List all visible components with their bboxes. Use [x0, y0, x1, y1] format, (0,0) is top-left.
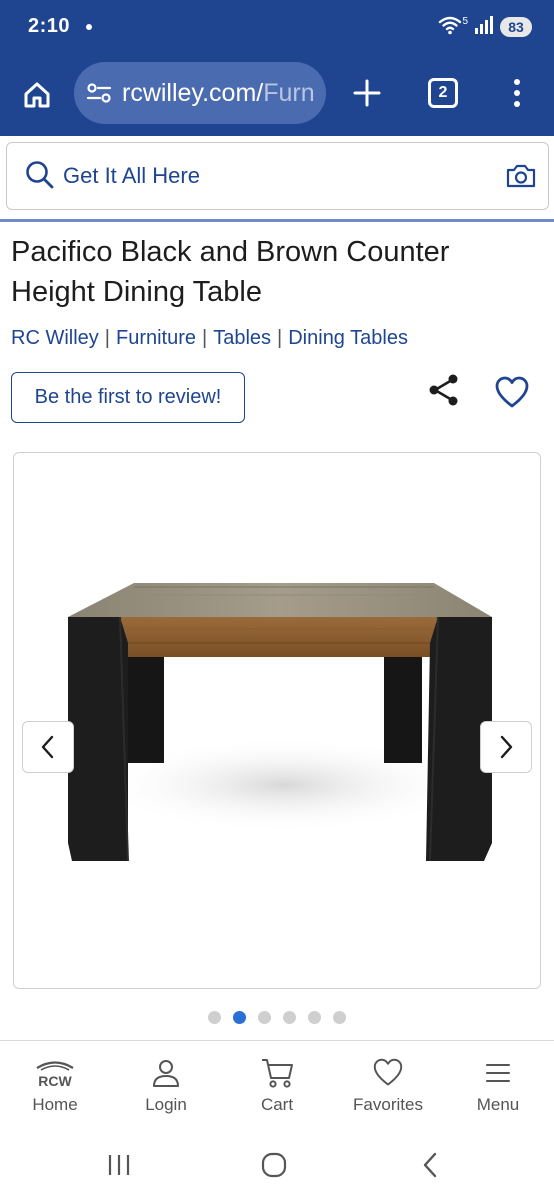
status-time: 2:10	[28, 15, 71, 37]
breadcrumb-separator: |	[202, 327, 208, 349]
nav-home-label: Home	[32, 1095, 78, 1114]
search-bar[interactable]	[6, 142, 549, 210]
carousel-dot[interactable]	[308, 1011, 321, 1024]
plus-icon	[353, 79, 381, 107]
cart-icon	[262, 1059, 293, 1088]
system-home-button[interactable]	[254, 1148, 294, 1182]
heart-icon	[373, 1058, 403, 1086]
breadcrumb-separator: |	[277, 327, 283, 349]
bottom-navigation: RCW Home Login Cart Favorites Menu	[0, 1040, 554, 1130]
url-text: rcwilley.com/Furn	[122, 78, 315, 107]
url-bar[interactable]: rcwilley.com/Furn	[74, 62, 326, 124]
chevron-left-icon	[41, 735, 54, 759]
carousel-dot[interactable]	[258, 1011, 271, 1024]
product-title: Pacifico Black and Brown Counter Height …	[11, 236, 450, 308]
breadcrumb-item-dining-tables[interactable]: Dining Tables	[288, 327, 408, 349]
nav-cart[interactable]: Cart	[227, 1057, 327, 1115]
breadcrumb-item-tables[interactable]: Tables	[213, 327, 271, 349]
next-image-button[interactable]	[480, 721, 532, 773]
chevron-right-icon	[500, 735, 513, 759]
search-input[interactable]	[63, 159, 483, 193]
notification-dot-icon	[86, 24, 92, 30]
more-dot	[514, 79, 520, 85]
carousel-dot[interactable]	[333, 1011, 346, 1024]
product-image-carousel[interactable]	[13, 452, 541, 989]
system-home-icon	[261, 1152, 287, 1178]
rcw-logo-icon: RCW	[36, 1061, 74, 1089]
rcw-logo-text: RCW	[38, 1073, 72, 1089]
divider	[0, 219, 554, 222]
camera-icon[interactable]	[505, 163, 537, 189]
browser-toolbar: rcwilley.com/Furn 2	[0, 54, 554, 136]
product-image	[68, 583, 492, 862]
carousel-dot[interactable]	[208, 1011, 221, 1024]
breadcrumb: RC Willey | Furniture | Tables | Dining Tables	[11, 327, 408, 350]
recent-apps-button[interactable]	[99, 1148, 139, 1182]
battery-indicator: 83	[500, 17, 532, 37]
breadcrumb-separator: |	[104, 327, 110, 349]
nav-menu[interactable]: Menu	[448, 1057, 548, 1115]
carousel-pagination	[208, 1011, 346, 1024]
more-options-button[interactable]	[502, 74, 532, 112]
nav-favorites-label: Favorites	[353, 1095, 423, 1114]
more-dot	[514, 90, 520, 96]
search-icon[interactable]	[25, 160, 55, 190]
system-navigation-bar	[0, 1130, 554, 1200]
share-icon[interactable]	[426, 372, 462, 408]
status-icons: 5 83	[438, 14, 532, 40]
carousel-dot[interactable]	[283, 1011, 296, 1024]
browser-home-button[interactable]	[18, 76, 56, 114]
nav-home[interactable]: RCW Home	[5, 1057, 105, 1115]
signal-icon	[474, 15, 494, 40]
back-icon	[423, 1152, 437, 1178]
nav-cart-label: Cart	[260, 1095, 294, 1114]
previous-image-button[interactable]	[22, 721, 74, 773]
breadcrumb-item-rc-willey[interactable]: RC Willey	[11, 327, 99, 349]
wifi-icon	[438, 14, 464, 41]
write-review-button[interactable]: Be the first to review!	[11, 372, 245, 423]
more-dot	[514, 101, 520, 107]
recent-apps-icon	[108, 1155, 130, 1175]
user-icon	[153, 1060, 179, 1087]
home-icon	[24, 82, 50, 108]
new-tab-button[interactable]	[348, 74, 386, 112]
system-back-button[interactable]	[410, 1148, 450, 1182]
carousel-dot-active[interactable]	[233, 1011, 246, 1024]
site-settings-icon[interactable]	[86, 82, 112, 104]
network-type: 5	[462, 15, 468, 27]
breadcrumb-item-furniture[interactable]: Furniture	[116, 327, 196, 349]
hamburger-icon	[486, 1064, 510, 1082]
tab-switcher-button[interactable]: 2	[428, 78, 458, 108]
nav-menu-label: Menu	[476, 1095, 520, 1114]
nav-favorites[interactable]: Favorites	[338, 1057, 438, 1115]
nav-login[interactable]: Login	[116, 1057, 216, 1115]
favorite-heart-icon[interactable]	[494, 376, 530, 410]
status-bar: 2:10 5 83	[0, 0, 554, 54]
nav-login-label: Login	[145, 1095, 187, 1114]
